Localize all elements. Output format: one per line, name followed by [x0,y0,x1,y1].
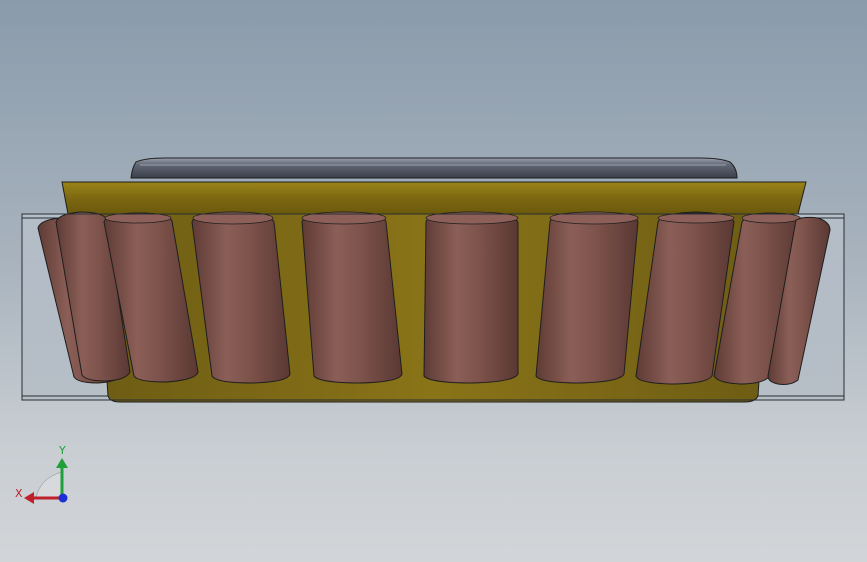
roller [301,211,403,384]
roller-set [37,211,831,385]
roller [423,211,519,384]
roller [535,211,639,384]
x-axis-label: X [15,487,23,500]
cad-viewport[interactable]: Y X [0,0,867,562]
z-axis-dot [58,493,68,503]
y-axis-label: Y [58,444,66,457]
coordinate-triad: Y X [15,444,68,504]
inner-ring [130,157,738,179]
